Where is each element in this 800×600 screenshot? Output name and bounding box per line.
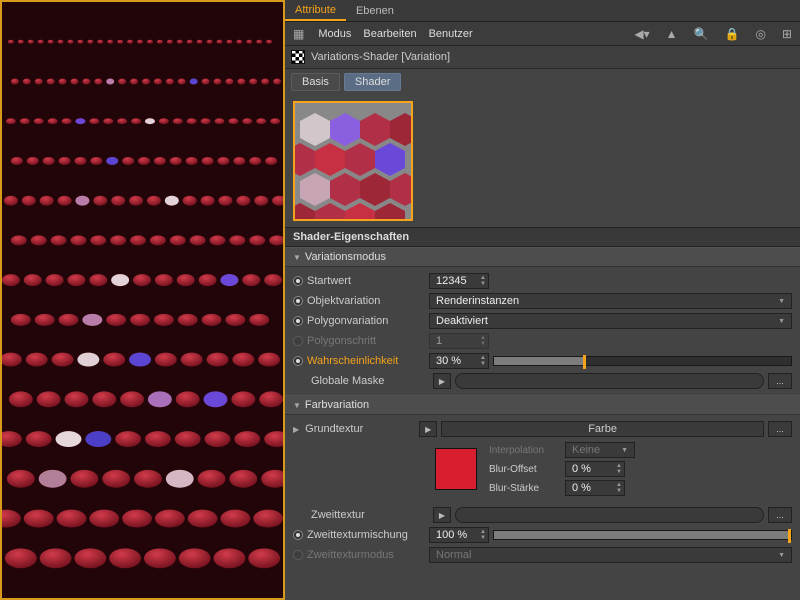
label-blurstaerke: Blur-Stärke — [489, 483, 559, 494]
label-grundtextur: Grundtextur — [305, 423, 415, 435]
spinner-down-icon: ▼ — [478, 281, 488, 287]
dropdown-zweittexturmodus: Normal▼ — [429, 547, 792, 563]
slider-wahrscheinlichkeit[interactable] — [493, 354, 792, 368]
anim-dot[interactable] — [293, 530, 303, 540]
row-polygonschritt: Polygonschritt 1 ▲▼ — [285, 331, 800, 351]
new-tab-icon[interactable]: ⊞ — [780, 27, 794, 41]
label-zweittexturmodus: Zweittexturmodus — [307, 549, 425, 561]
attribute-panel: Attribute Ebenen ▦ Modus Bearbeiten Benu… — [285, 0, 800, 600]
expand-icon[interactable]: ▶ — [293, 425, 301, 434]
label-globalemaske: Globale Maske — [311, 375, 429, 387]
chevron-down-icon: ▼ — [778, 318, 785, 325]
button-farbe[interactable]: Farbe — [441, 421, 764, 437]
input-wahrscheinlichkeit[interactable]: 30 % ▲▼ — [429, 353, 489, 369]
subtab-bar: Basis Shader — [285, 69, 800, 95]
label-polygonschritt: Polygonschritt — [307, 335, 425, 347]
play-icon: ▶ — [425, 425, 431, 434]
label-objektvariation: Objektvariation — [307, 295, 425, 307]
subtab-basis[interactable]: Basis — [291, 73, 340, 91]
attribute-toolbar: ▦ Modus Bearbeiten Benutzer ◀▾ ▲ 🔍 🔒 ◎ ⊞ — [285, 22, 800, 46]
input-bluroffset[interactable]: 0 % ▲▼ — [565, 461, 625, 477]
row-objektvariation: Objektvariation Renderinstanzen▼ — [285, 291, 800, 311]
shader-preview[interactable] — [293, 101, 413, 221]
label-polygonvariation: Polygonvariation — [307, 315, 425, 327]
label-bluroffset: Blur-Offset — [489, 464, 559, 475]
menu-benutzer[interactable]: Benutzer — [429, 28, 473, 40]
viewport-render — [2, 2, 283, 598]
label-interpolation: Interpolation — [489, 445, 559, 456]
row-grundtextur: ▶ Grundtextur ▶ Farbe ... — [285, 419, 800, 439]
input-polygonschritt: 1 ▲▼ — [429, 333, 489, 349]
row-polygonvariation: Polygonvariation Deaktiviert▼ — [285, 311, 800, 331]
anim-dot[interactable] — [293, 356, 303, 366]
row-startwert: Startwert 12345 ▲▼ — [285, 271, 800, 291]
row-zweittexturmodus: Zweittexturmodus Normal▼ — [285, 545, 800, 565]
input-globalemaske[interactable] — [455, 373, 764, 389]
viewport[interactable] — [0, 0, 285, 600]
menu-bearbeiten[interactable]: Bearbeiten — [363, 28, 416, 40]
label-zweittexturmischung: Zweittexturmischung — [307, 529, 425, 541]
tab-attribute[interactable]: Attribute — [285, 0, 346, 21]
anim-dot — [293, 550, 303, 560]
group-farbvariation[interactable]: ▼ Farbvariation — [285, 395, 800, 415]
color-swatch[interactable] — [435, 448, 477, 490]
menu-modus[interactable]: Modus — [318, 28, 351, 40]
panel-tabbar: Attribute Ebenen — [285, 0, 800, 22]
object-title: Variations-Shader [Variation] — [311, 51, 450, 63]
chevron-down-icon: ▼ — [778, 298, 785, 305]
object-header: Variations-Shader [Variation] — [285, 46, 800, 69]
dropdown-polygonvariation[interactable]: Deaktiviert▼ — [429, 313, 792, 329]
anim-dot[interactable] — [293, 296, 303, 306]
anim-dot[interactable] — [293, 276, 303, 286]
texture-arrow-button[interactable]: ▶ — [433, 507, 451, 523]
dropdown-objektvariation[interactable]: Renderinstanzen▼ — [429, 293, 792, 309]
input-startwert[interactable]: 12345 ▲▼ — [429, 273, 489, 289]
play-icon: ▶ — [439, 511, 445, 520]
more-button[interactable]: ... — [768, 421, 792, 437]
tab-ebenen[interactable]: Ebenen — [346, 1, 404, 20]
row-grundtextur-detail: Interpolation Keine▼ Blur-Offset 0 % ▲▼ … — [285, 439, 800, 499]
row-zweittexturmischung: Zweittexturmischung 100 % ▲▼ — [285, 525, 800, 545]
more-button[interactable]: ... — [768, 507, 792, 523]
group-label: Variationsmodus — [305, 251, 386, 263]
play-icon: ▶ — [439, 377, 445, 386]
grid-icon[interactable]: ▦ — [291, 27, 306, 41]
nav-back-icon[interactable]: ◀▾ — [632, 27, 651, 41]
texture-arrow-button[interactable]: ▶ — [419, 421, 437, 437]
section-properties: Shader-Eigenschaften — [285, 227, 800, 247]
row-globalemaske: Globale Maske ▶ ... — [285, 371, 800, 391]
lock-icon[interactable]: 🔒 — [723, 27, 742, 41]
target-icon[interactable]: ◎ — [753, 27, 767, 41]
row-zweittextur: Zweittextur ▶ ... — [285, 505, 800, 525]
dropdown-interpolation: Keine▼ — [565, 442, 635, 458]
input-zweittexturmischung[interactable]: 100 % ▲▼ — [429, 527, 489, 543]
texture-arrow-button[interactable]: ▶ — [433, 373, 451, 389]
label-startwert: Startwert — [307, 275, 425, 287]
search-icon[interactable]: 🔍 — [692, 27, 711, 41]
nav-up-icon[interactable]: ▲ — [664, 27, 680, 41]
anim-dot[interactable] — [293, 316, 303, 326]
group-variationsmodus[interactable]: ▼ Variationsmodus — [285, 247, 800, 267]
label-wahrscheinlichkeit: Wahrscheinlichkeit — [307, 355, 425, 367]
row-wahrscheinlichkeit: Wahrscheinlichkeit 30 % ▲▼ — [285, 351, 800, 371]
chevron-down-icon: ▼ — [293, 401, 301, 410]
input-blurstaerke[interactable]: 0 % ▲▼ — [565, 480, 625, 496]
input-zweittextur[interactable] — [455, 507, 764, 523]
slider-zweittexturmischung[interactable] — [493, 528, 792, 542]
group-label: Farbvariation — [305, 399, 369, 411]
shader-icon — [291, 50, 305, 64]
label-zweittextur: Zweittextur — [311, 509, 429, 521]
subtab-shader[interactable]: Shader — [344, 73, 401, 91]
anim-dot — [293, 336, 303, 346]
chevron-down-icon: ▼ — [293, 253, 301, 262]
more-button[interactable]: ... — [768, 373, 792, 389]
